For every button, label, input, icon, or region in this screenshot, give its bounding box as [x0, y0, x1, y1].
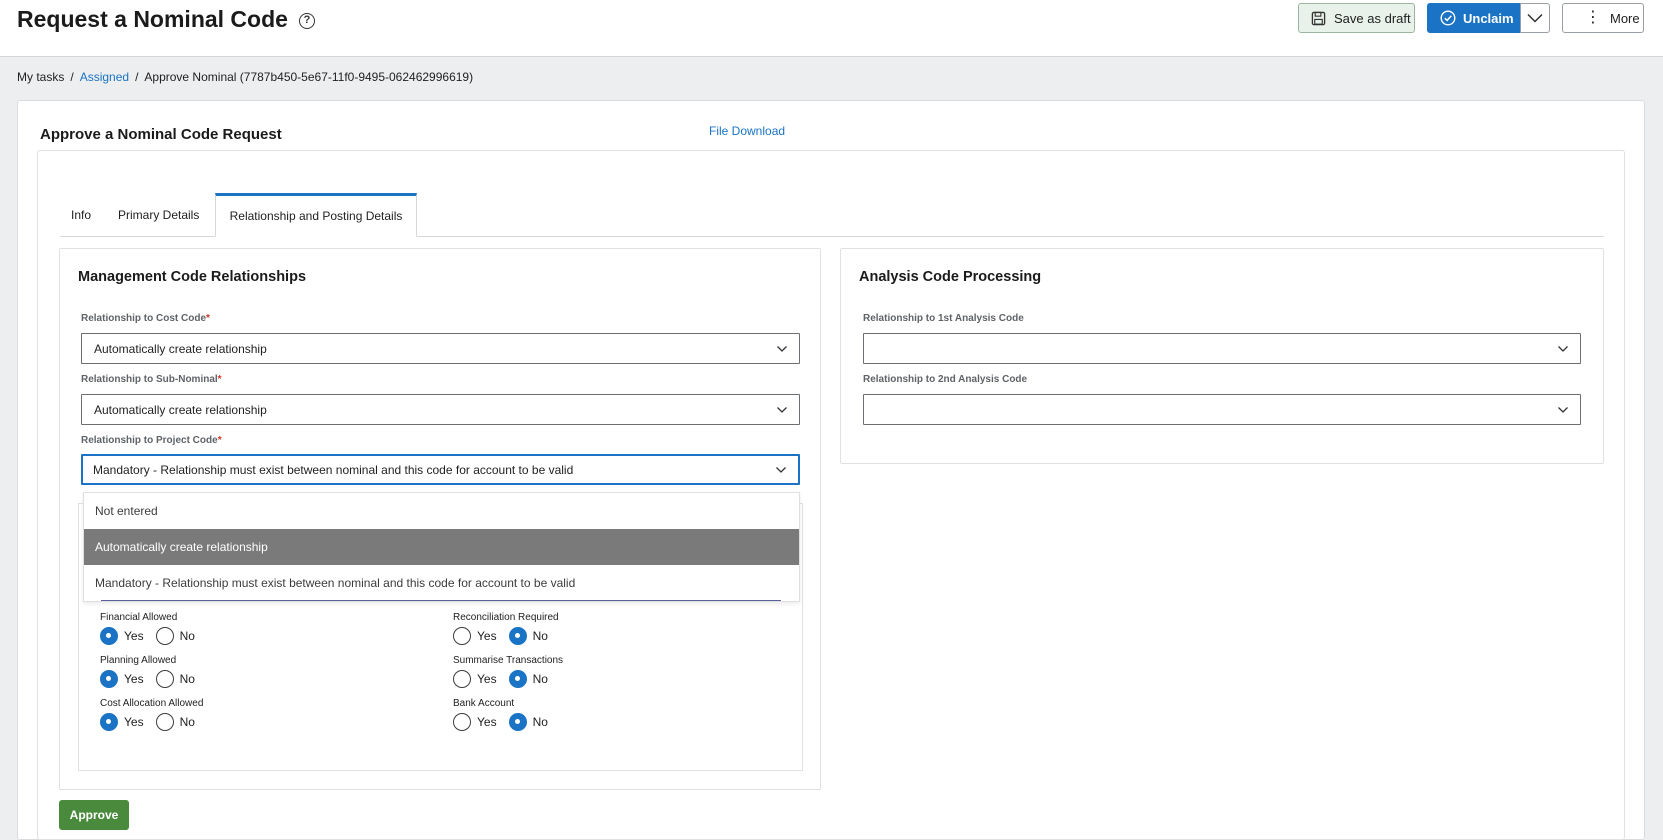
management-code-title: Management Code Relationships: [78, 269, 307, 285]
help-icon[interactable]: ?: [299, 13, 315, 29]
breadcrumb-separator: /: [70, 70, 74, 84]
unclaim-button[interactable]: Unclaim: [1427, 3, 1520, 33]
summarise-transactions-no-radio[interactable]: [508, 670, 527, 688]
more-button[interactable]: ⋮ More: [1562, 3, 1644, 33]
financial-allowed-yes-radio[interactable]: [100, 627, 118, 645]
sub-nominal-value: Automatically create relationship: [94, 402, 267, 417]
planning-allowed-label: Planning Allowed: [100, 655, 177, 666]
first-analysis-code-label: Relationship to 1st Analysis Code: [863, 313, 1024, 324]
breadcrumb-my-tasks: My tasks: [17, 70, 65, 84]
no-label: No: [532, 715, 548, 729]
bank-account-label: Bank Account: [453, 698, 515, 709]
bank-account-yes-radio[interactable]: [453, 713, 471, 731]
dropdown-option-not-entered[interactable]: Not entered: [84, 493, 799, 529]
chevron-down-icon: [777, 345, 787, 352]
sub-nominal-label: Relationship to Sub-Nominal*: [81, 374, 222, 385]
unclaim-dropdown-button[interactable]: [1520, 3, 1550, 33]
project-code-dropdown-menu: Not entered Automatically create relatio…: [83, 492, 800, 602]
tab-info[interactable]: Info: [60, 193, 102, 237]
yes-label: Yes: [477, 629, 497, 643]
summarise-transactions-group: Yes No: [453, 669, 560, 689]
chevron-down-icon: [1558, 345, 1568, 352]
planning-allowed-yes-radio[interactable]: [100, 670, 118, 688]
sub-nominal-select[interactable]: Automatically create relationship: [81, 394, 800, 425]
save-icon: [1311, 11, 1326, 25]
no-label: No: [179, 672, 195, 686]
cost-code-select[interactable]: Automatically create relationship: [81, 333, 800, 364]
yes-label: Yes: [124, 629, 144, 643]
no-label: No: [179, 715, 195, 729]
financial-allowed-no-radio[interactable]: [155, 627, 174, 645]
project-code-label: Relationship to Project Code*: [81, 435, 222, 446]
form-title: Approve a Nominal Code Request: [40, 126, 282, 143]
reconciliation-required-group: Yes No: [453, 626, 560, 646]
tab-relationship-posting-details[interactable]: Relationship and Posting Details: [215, 193, 417, 237]
bank-account-group: Yes No: [453, 712, 560, 732]
analysis-code-title: Analysis Code Processing: [859, 269, 1042, 285]
chevron-down-icon: [776, 466, 786, 473]
breadcrumb-current: Approve Nominal (7787b450-5e67-11f0-9495…: [144, 70, 474, 84]
tab-primary-details[interactable]: Primary Details: [107, 193, 210, 237]
yes-label: Yes: [477, 715, 497, 729]
reconciliation-required-yes-radio[interactable]: [453, 627, 471, 645]
cost-code-value: Automatically create relationship: [94, 341, 267, 356]
breadcrumb-separator: /: [135, 70, 139, 84]
bank-account-no-radio[interactable]: [508, 713, 527, 731]
kebab-icon: ⋮: [1585, 9, 1601, 26]
page-title: Request a Nominal Code: [17, 6, 288, 32]
financial-allowed-label: Financial Allowed: [100, 612, 178, 623]
reconciliation-required-no-radio[interactable]: [508, 627, 527, 645]
dropdown-option-mandatory[interactable]: Mandatory - Relationship must exist betw…: [84, 565, 799, 601]
cost-allocation-allowed-no-radio[interactable]: [155, 713, 174, 731]
chevron-down-icon: [777, 406, 787, 413]
yes-label: Yes: [124, 672, 144, 686]
more-label: More: [1610, 10, 1640, 26]
file-download-link[interactable]: File Download: [709, 124, 785, 138]
unclaim-label: Unclaim: [1463, 10, 1514, 26]
yes-label: Yes: [124, 715, 144, 729]
second-analysis-code-label: Relationship to 2nd Analysis Code: [863, 374, 1028, 385]
project-code-select[interactable]: Mandatory - Relationship must exist betw…: [81, 454, 800, 485]
chevron-down-icon: [1558, 406, 1568, 413]
section-divider: [101, 600, 781, 601]
second-analysis-code-select[interactable]: [863, 394, 1581, 425]
breadcrumb: My tasks / Assigned / Approve Nominal (7787b…: [17, 70, 473, 84]
cost-code-label: Relationship to Cost Code*: [81, 313, 210, 324]
page-header: Request a Nominal Code ? Save as draft U…: [0, 0, 1663, 57]
breadcrumb-assigned-link[interactable]: Assigned: [80, 70, 129, 84]
cost-allocation-allowed-yes-radio[interactable]: [100, 713, 118, 731]
cost-allocation-allowed-label: Cost Allocation Allowed: [100, 698, 204, 709]
financial-allowed-group: Yes No: [100, 626, 207, 646]
project-code-value: Mandatory - Relationship must exist betw…: [93, 462, 574, 477]
check-circle-icon: [1440, 10, 1456, 26]
planning-allowed-no-radio[interactable]: [155, 670, 174, 688]
summarise-transactions-yes-radio[interactable]: [453, 670, 471, 688]
planning-allowed-group: Yes No: [100, 669, 207, 689]
first-analysis-code-select[interactable]: [863, 333, 1581, 364]
no-label: No: [179, 629, 195, 643]
chevron-down-icon: [1527, 13, 1543, 23]
approve-button[interactable]: Approve: [59, 800, 129, 830]
reconciliation-required-label: Reconciliation Required: [453, 612, 559, 623]
save-as-draft-label: Save as draft: [1334, 10, 1411, 26]
summarise-transactions-label: Summarise Transactions: [453, 655, 564, 666]
dropdown-option-auto-create[interactable]: Automatically create relationship: [84, 529, 799, 565]
no-label: No: [532, 672, 548, 686]
yes-label: Yes: [477, 672, 497, 686]
no-label: No: [532, 629, 548, 643]
cost-allocation-allowed-group: Yes No: [100, 712, 207, 732]
save-as-draft-button[interactable]: Save as draft: [1298, 3, 1415, 33]
